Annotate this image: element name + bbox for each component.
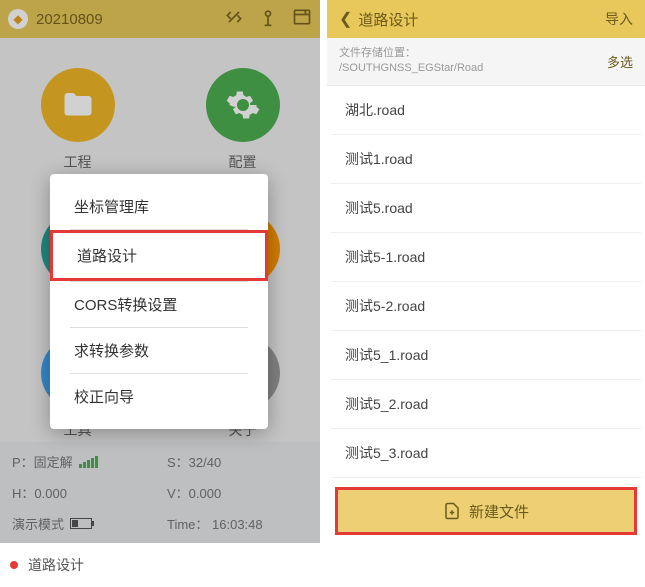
popup-menu: 坐标管理库 道路设计 CORS转换设置 求转换参数 校正向导 <box>50 174 268 429</box>
popup-item-params[interactable]: 求转换参数 <box>50 328 268 373</box>
new-file-icon <box>443 502 461 520</box>
list-item[interactable]: 湖北.road <box>331 86 641 135</box>
path-value: /SOUTHGNSS_EGStar/Road <box>339 61 483 76</box>
list-item[interactable]: 测试5_2.road <box>331 380 641 429</box>
caption-text: 道路设计 <box>28 555 84 575</box>
import-button[interactable]: 导入 <box>605 9 633 29</box>
list-item[interactable]: 测试5_3.road <box>331 429 641 478</box>
popup-item-coord-lib[interactable]: 坐标管理库 <box>50 184 268 229</box>
path-label: 文件存储位置： <box>339 46 483 61</box>
new-file-button[interactable]: 新建文件 <box>335 487 637 535</box>
new-file-label: 新建文件 <box>469 501 529 522</box>
right-header: ❮ 道路设计 导入 <box>327 0 645 38</box>
footer: 新建文件 <box>327 479 645 543</box>
caption-row: 道路设计 <box>0 543 645 587</box>
right-phone-screenshot: ❮ 道路设计 导入 文件存储位置： /SOUTHGNSS_EGStar/Road… <box>327 0 645 543</box>
list-item[interactable]: 测试5_1.road <box>331 331 641 380</box>
list-item[interactable]: 测试5-2.road <box>331 282 641 331</box>
bullet-icon <box>10 561 18 569</box>
file-list[interactable]: 湖北.road 测试1.road 测试5.road 测试5-1.road 测试5… <box>327 86 645 479</box>
multi-select-button[interactable]: 多选 <box>607 52 633 71</box>
popup-item-calibration[interactable]: 校正向导 <box>50 374 268 419</box>
popup-item-cors[interactable]: CORS转换设置 <box>50 282 268 327</box>
popup-item-road-design[interactable]: 道路设计 <box>50 230 268 281</box>
back-icon[interactable]: ❮ <box>339 9 352 29</box>
list-item[interactable]: 测试5-1.road <box>331 233 641 282</box>
left-phone-screenshot: ◆ 20210809 工程 <box>0 0 320 543</box>
list-item[interactable]: 测试1.road <box>331 135 641 184</box>
list-item[interactable]: 测试5.road <box>331 184 641 233</box>
page-title: 道路设计 <box>358 9 418 30</box>
path-bar: 文件存储位置： /SOUTHGNSS_EGStar/Road 多选 <box>327 38 645 86</box>
